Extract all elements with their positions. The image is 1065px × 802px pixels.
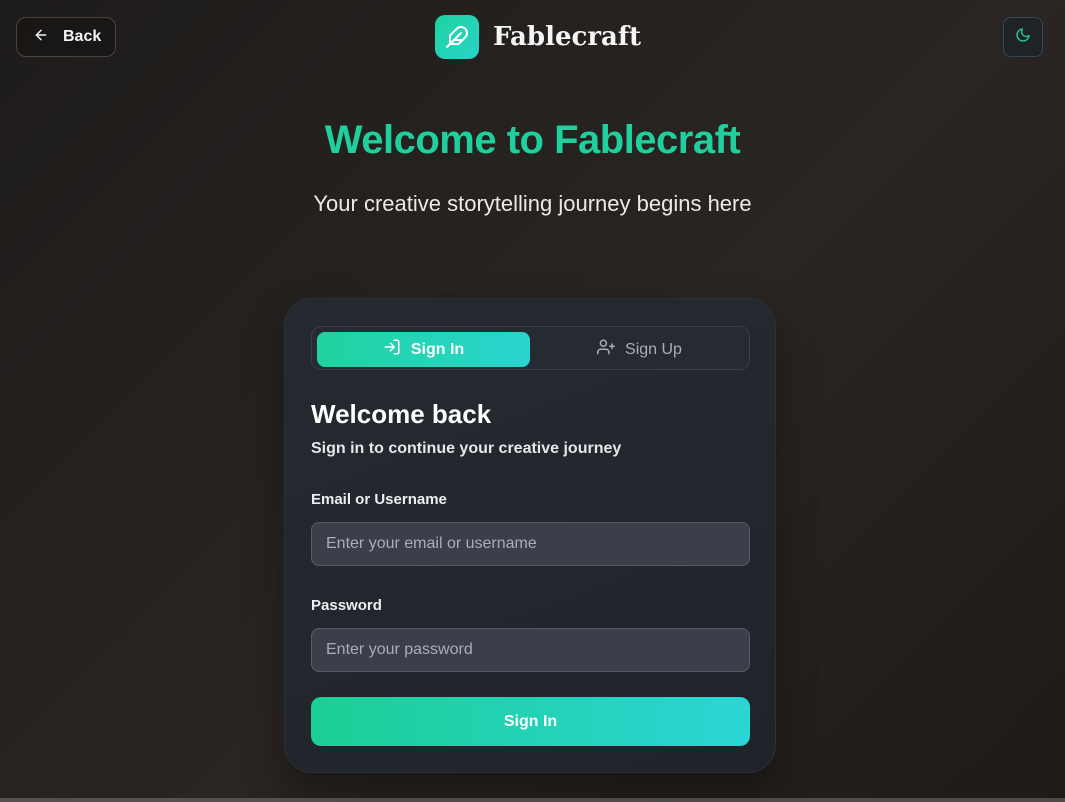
brand[interactable]: Fablecraft xyxy=(435,15,641,59)
email-field[interactable] xyxy=(311,522,750,566)
password-field[interactable] xyxy=(311,628,750,672)
arrow-left-icon xyxy=(33,27,49,48)
email-label: Email or Username xyxy=(311,491,447,508)
divider xyxy=(0,798,1065,802)
user-plus-icon xyxy=(597,338,616,361)
tab-sign-up[interactable]: Sign Up xyxy=(533,332,746,367)
tab-sign-up-label: Sign Up xyxy=(625,340,682,358)
auth-tabs: Sign In Sign Up xyxy=(311,326,750,370)
form-title: Welcome back xyxy=(311,399,492,429)
feather-icon xyxy=(435,15,479,59)
tab-sign-in-label: Sign In xyxy=(410,340,465,358)
log-in-icon xyxy=(383,338,401,361)
password-label: Password xyxy=(311,597,382,614)
page-title: Welcome to Fablecraft xyxy=(324,118,741,162)
back-button-label: Back xyxy=(63,28,102,45)
page-subtitle: Your creative storytelling journey begin… xyxy=(313,191,752,216)
auth-card: Sign In Sign Up Welcome back Sign in to … xyxy=(284,298,776,773)
moon-icon xyxy=(1015,27,1031,48)
sign-in-button[interactable]: Sign In xyxy=(311,697,750,746)
form-subtitle: Sign in to continue your creative journe… xyxy=(311,440,622,457)
back-button[interactable]: Back xyxy=(16,17,116,57)
top-bar: Back Fablecraft xyxy=(0,0,1065,74)
theme-toggle-button[interactable] xyxy=(1003,17,1043,57)
brand-name: Fablecraft xyxy=(493,22,642,52)
tab-sign-in[interactable]: Sign In xyxy=(317,332,530,367)
